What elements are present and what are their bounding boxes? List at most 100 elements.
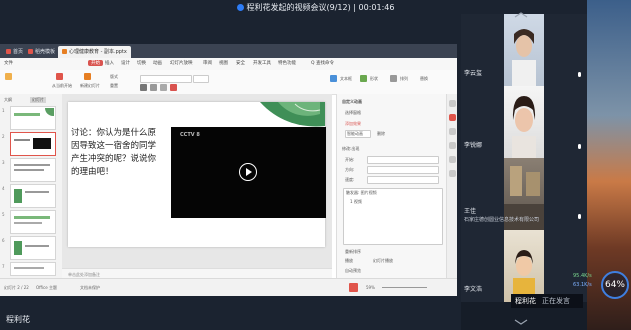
menu-design[interactable]: 设计: [121, 60, 130, 66]
tool-icon[interactable]: [449, 100, 456, 107]
participant-tile[interactable]: 王佳 石家庄德创圆业信息技术有限公司: [461, 158, 587, 230]
embedded-video[interactable]: CCTV 8: [171, 127, 326, 218]
font-color-icon[interactable]: [170, 84, 177, 91]
scroll-up-icon[interactable]: [513, 12, 529, 18]
mic-icon: [578, 144, 581, 149]
tab-docer[interactable]: 稻壳模板: [24, 46, 59, 58]
start-select[interactable]: [367, 156, 439, 164]
auto-preview-checkbox[interactable]: 自动预览: [345, 268, 361, 274]
paste-icon[interactable]: [5, 73, 12, 80]
tool-icon[interactable]: [449, 128, 456, 135]
slide-discussion-text: 讨论：你认为是什么原因导致这一宿舍的同学产生冲突的呢？说说你的理由吧！: [71, 128, 157, 177]
slide-count: 幻灯片 2 / 22: [4, 285, 29, 290]
play-button[interactable]: 播放: [345, 258, 353, 264]
slide-number: 5: [2, 212, 5, 217]
docer-icon: [28, 49, 33, 54]
download-speed: 63.1K/s: [573, 282, 592, 288]
menu-animation[interactable]: 动画: [153, 60, 162, 66]
tab-document[interactable]: 心理健康教育 - 副本.pptx: [58, 46, 131, 58]
menu-file[interactable]: 文件: [4, 60, 13, 66]
ribbon-shape[interactable]: 形状: [370, 76, 378, 82]
slide-thumb-5[interactable]: [10, 210, 56, 234]
scroll-down-icon[interactable]: [513, 318, 529, 326]
ribbon-play-current[interactable]: 从当前开始: [52, 83, 72, 89]
tool-icon[interactable]: [449, 114, 456, 121]
menu-slideshow[interactable]: 幻灯片放映: [170, 60, 193, 66]
tool-icon[interactable]: [449, 156, 456, 163]
video-channel-label: CCTV 8: [180, 132, 200, 138]
ribbon-textbox[interactable]: 文本框: [340, 76, 352, 82]
tab-slides[interactable]: 幻灯片: [30, 97, 46, 103]
direction-label: 方向:: [345, 167, 355, 172]
doc-protection[interactable]: 文档未保护: [80, 285, 100, 291]
video-play-button[interactable]: [239, 163, 257, 181]
slide-thumb-1[interactable]: [10, 106, 56, 130]
menu-insert[interactable]: 插入: [105, 60, 114, 66]
tab-outline[interactable]: 大纲: [4, 97, 12, 103]
menu-features[interactable]: 特色功能: [278, 60, 296, 66]
font-name-box[interactable]: [140, 75, 192, 83]
speed-select[interactable]: [367, 176, 439, 184]
zoom-slider[interactable]: [382, 287, 427, 288]
slide-number: 7: [2, 264, 5, 269]
slide-number: 2: [2, 134, 5, 139]
new-slide-icon[interactable]: [84, 73, 91, 80]
menu-security[interactable]: 安全: [236, 60, 245, 66]
ribbon-reset[interactable]: 重置: [110, 83, 118, 89]
ribbon-replace[interactable]: 替换: [420, 76, 428, 82]
menu-search[interactable]: Q 查找命令: [311, 60, 334, 66]
slideshow-button[interactable]: 幻灯片播放: [373, 258, 393, 264]
ribbon-layout[interactable]: 版式: [110, 74, 118, 80]
italic-icon[interactable]: [150, 84, 157, 91]
ribbon-arrange[interactable]: 排列: [400, 76, 408, 82]
participant-tile[interactable]: 李锐娜: [461, 86, 587, 158]
theme-name: Office 主题: [36, 285, 57, 290]
participant-tile[interactable]: 李云玺: [461, 14, 587, 86]
participant-video: [504, 14, 544, 86]
direction-select[interactable]: [367, 166, 439, 174]
speaking-status: 正在发言: [542, 297, 570, 305]
meeting-title-bar: 程利花发起的视频会议(9/12) | 00:01:46: [0, 0, 631, 14]
zoom-level: 59%: [366, 285, 375, 290]
menu-review[interactable]: 审阅: [203, 60, 212, 66]
font-size-box[interactable]: [193, 75, 209, 83]
slide-thumbnail-pane[interactable]: 大纲 幻灯片 1 2 3 4 5 6 7: [0, 94, 63, 278]
slide-number: 6: [2, 238, 5, 243]
animation-list[interactable]: 触发器: 图片视频 1 视频: [343, 188, 443, 245]
ribbon-new-slide[interactable]: 新建幻灯片: [80, 83, 100, 89]
menu-devtools[interactable]: 开发工具: [253, 60, 271, 66]
select-pane-link[interactable]: 选择窗格: [345, 110, 361, 116]
network-usage-gauge[interactable]: 64%: [601, 271, 629, 299]
slide-thumb-2[interactable]: [10, 132, 56, 156]
slide-thumb-4[interactable]: [10, 184, 56, 208]
slide-thumb-3[interactable]: [10, 158, 56, 182]
animation-item[interactable]: 1 视频: [350, 199, 362, 205]
slide-number: 1: [2, 108, 5, 113]
underline-icon[interactable]: [160, 84, 167, 91]
participant-tile[interactable]: 李文浩: [461, 230, 587, 302]
current-slide[interactable]: 讨论：你认为是什么原因导致这一宿舍的同学产生冲突的呢？说说你的理由吧！ CCTV…: [68, 102, 326, 247]
speed-label: 速度:: [345, 177, 355, 182]
textbox-icon[interactable]: [330, 75, 337, 82]
bold-icon[interactable]: [140, 84, 147, 91]
slideshow-icon[interactable]: [349, 283, 358, 292]
delete-effect-button[interactable]: 删除: [377, 131, 385, 137]
meeting-title: 程利花发起的视频会议(9/12) | 00:01:46: [246, 3, 395, 12]
slide-thumb-6[interactable]: [10, 236, 56, 260]
presenter-name: 程利花: [6, 315, 30, 324]
menu-transition[interactable]: 切换: [137, 60, 146, 66]
tool-icon[interactable]: [449, 170, 456, 177]
play-icon: [246, 168, 252, 176]
slide-thumb-7[interactable]: [10, 262, 56, 276]
modify-label: 修改:出现: [342, 146, 360, 151]
add-effect-button[interactable]: 添加效果: [345, 121, 361, 127]
tool-icon[interactable]: [449, 142, 456, 149]
menu-home[interactable]: 开始: [88, 60, 103, 66]
arrange-icon[interactable]: [390, 75, 397, 82]
wps-tab-bar: 首页 稻壳模板 心理健康教育 - 副本.pptx: [0, 44, 457, 58]
play-from-current-icon[interactable]: [56, 73, 63, 80]
menu-view[interactable]: 视图: [219, 60, 228, 66]
speaker-name: 程利花: [515, 297, 536, 305]
shape-icon[interactable]: [360, 75, 367, 82]
shared-screen[interactable]: 首页 稻壳模板 心理健康教育 - 副本.pptx 文件 开始 插入 设计 切换 …: [0, 44, 457, 296]
